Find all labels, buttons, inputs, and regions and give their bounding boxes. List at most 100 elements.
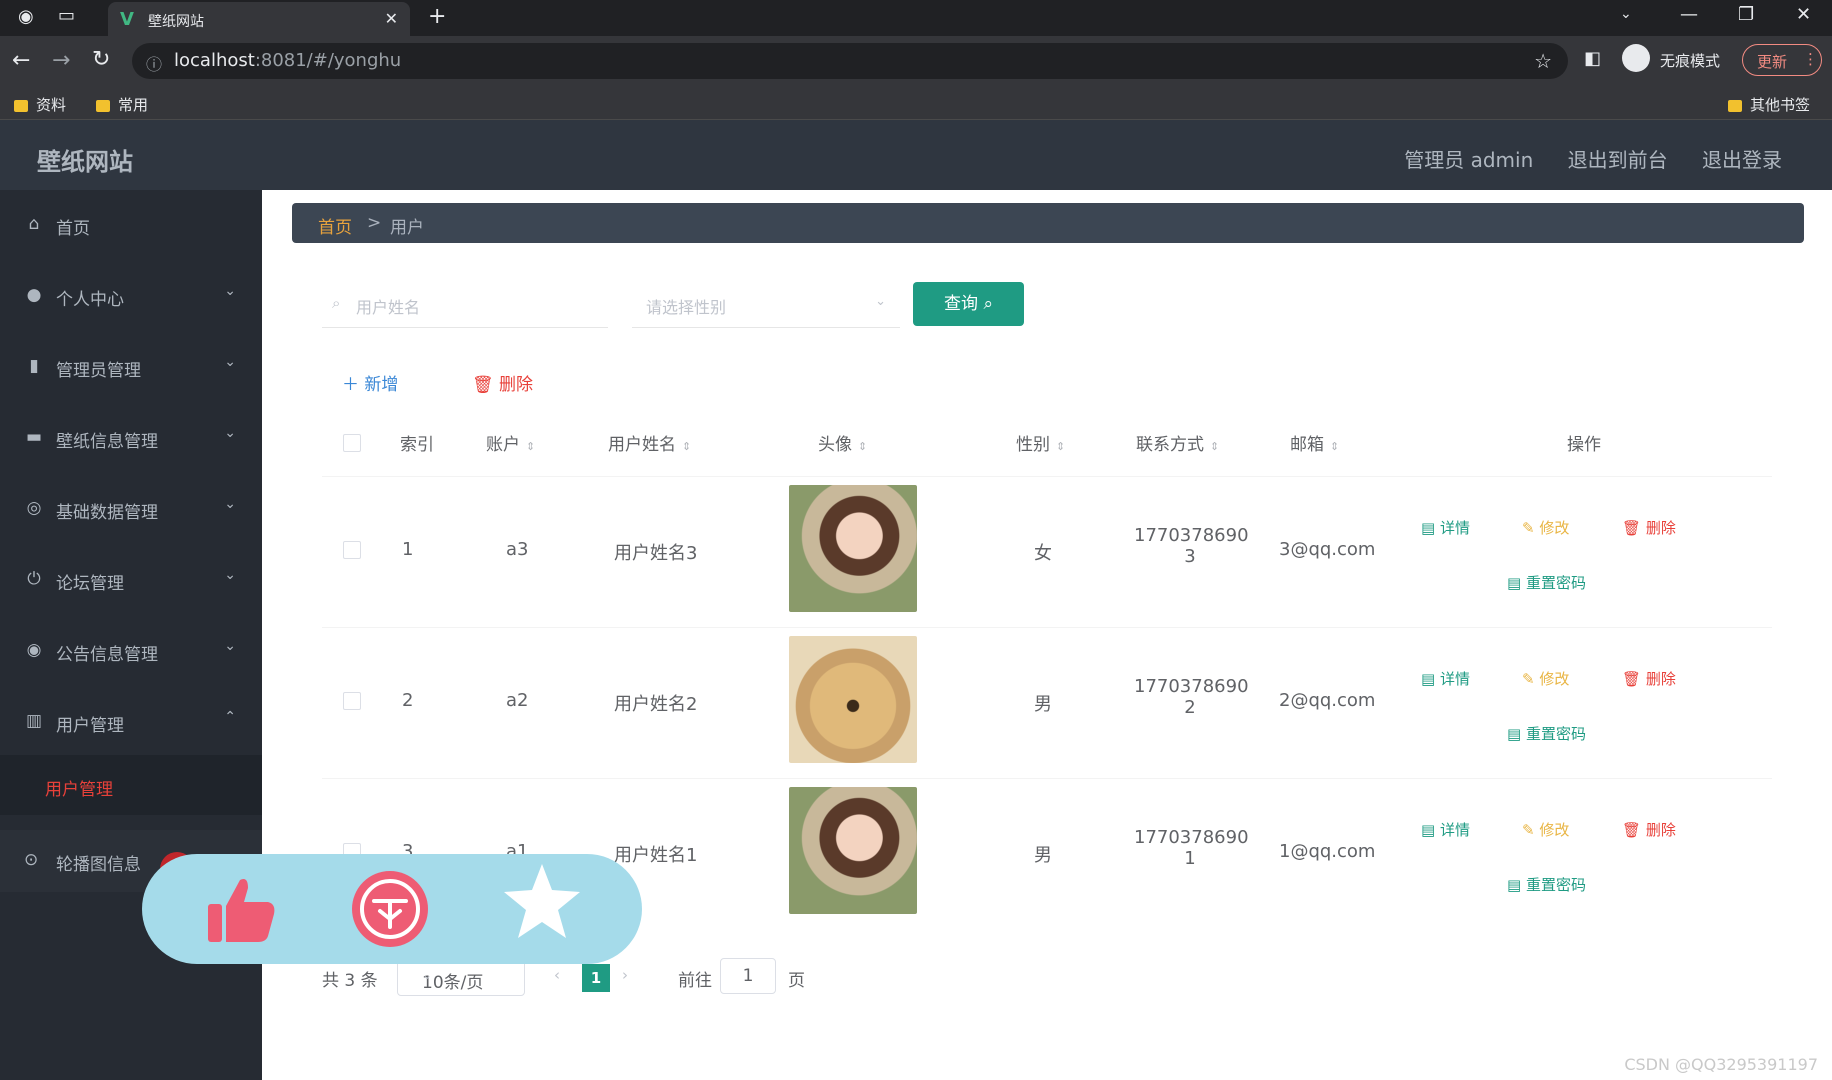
document-icon: ▤ [1507,725,1526,743]
side-panel-icon[interactable]: ◧ [1584,48,1601,69]
sidebar-item-personal[interactable]: ● 个人中心 ⌄ [0,261,262,332]
incognito-icon[interactable] [1622,44,1650,72]
restore-icon[interactable]: ❐ [1738,4,1754,25]
delete-button[interactable]: 🗑 删除 [1622,668,1676,689]
header-phone[interactable]: 联系方式 ⇕ [1136,430,1219,455]
bookmark-folder-changyong[interactable]: 常用 [96,94,148,115]
incognito-label: 无痕模式 [1660,52,1721,70]
batch-delete-button[interactable]: 🗑 删除 [472,370,533,395]
prev-page-button[interactable]: ‹ [554,966,560,984]
forward-icon[interactable]: → [52,48,70,73]
edit-button[interactable]: ✎ 修改 [1522,517,1569,538]
star-favorite-icon[interactable] [500,860,584,944]
header-label: 账户 [486,435,520,455]
site-info-icon[interactable]: ⓘ [146,51,162,75]
pagination: 共 3 条 10条/页 ⌄ ‹ 1 › 前往 1 页 [322,958,922,998]
chevron-down-icon: ⌄ [224,354,236,370]
reset-password-button[interactable]: ▤ 重置密码 [1507,723,1586,744]
sort-icon: ⇕ [858,440,868,453]
gender-select-placeholder: 请选择性别 [646,298,727,317]
coin-icon[interactable] [350,869,430,949]
edit-button[interactable]: ✎ 修改 [1522,668,1569,689]
browser-tab[interactable]: V 壁纸网站 ✕ [108,2,410,36]
sidebar-item-users[interactable]: ▥ 用户管理 ⌃ [0,687,262,758]
goto-page-input[interactable]: 1 [720,958,776,994]
detail-label: 详情 [1439,519,1470,537]
header-account[interactable]: 账户 ⇕ [486,430,535,455]
document-icon: ▤ [1507,876,1526,894]
minimize-icon[interactable]: — [1680,4,1698,25]
avatar-image [789,787,917,914]
thumbs-up-icon[interactable] [202,872,278,948]
back-icon[interactable]: ← [12,48,30,73]
tab-list-icon[interactable]: ⌄ [1620,6,1632,22]
avatar-image [789,485,917,612]
cell-email: 3@qq.com [1279,539,1376,560]
phone-line-2: 1 [1184,848,1196,869]
sidebar-item-label: 管理员管理 [56,361,141,381]
sidebar-item-wallpaper[interactable]: ▬ 壁纸信息管理 ⌄ [0,403,262,474]
sidebar-item-notice[interactable]: ◉ 公告信息管理 ⌄ [0,616,262,687]
page-unit-label: 页 [788,971,805,991]
edit-label: 修改 [1539,670,1570,688]
select-all-checkbox[interactable] [343,434,361,452]
phone-line-2: 3 [1184,546,1196,567]
bookmark-folder-ziliao[interactable]: 资料 [14,94,66,115]
delete-label: 删除 [1645,670,1676,688]
sidebar-item-forum[interactable]: ⏻ 论坛管理 ⌄ [0,545,262,616]
header-label: 联系方式 [1136,435,1204,455]
browser-tab-strip: ◉ ▭ V 壁纸网站 ✕ + ⌄ — ❐ ✕ [0,0,1832,36]
edit-button[interactable]: ✎ 修改 [1522,819,1569,840]
detail-button[interactable]: ▤ 详情 [1421,668,1470,689]
logout-link[interactable]: 退出登录 [1702,148,1782,172]
add-label: 新增 [364,375,399,395]
header-avatar[interactable]: 头像 ⇕ [818,430,867,455]
sidebar-item-admin[interactable]: ▮ 管理员管理 ⌄ [0,332,262,403]
new-tab-button[interactable]: + [428,4,446,29]
sidebar-item-basedata[interactable]: ◎ 基础数据管理 ⌄ [0,474,262,545]
next-page-button[interactable]: › [622,966,628,984]
header-name[interactable]: 用户姓名 ⇕ [608,430,691,455]
sidebar-subitem-user-management[interactable]: 用户管理 [0,755,262,815]
cell-gender: 男 [1034,845,1052,866]
other-bookmarks[interactable]: 其他书签 [1728,94,1810,115]
current-page-button[interactable]: 1 [582,964,610,992]
reset-password-button[interactable]: ▤ 重置密码 [1507,572,1586,593]
bookmark-label: 常用 [118,96,149,114]
more-menu-icon[interactable]: ⋮ [1803,50,1818,68]
reaction-bar [142,854,642,964]
edit-icon: ✎ [1522,670,1540,688]
row-checkbox[interactable] [343,541,361,559]
gender-select[interactable]: 请选择性别 ⌄ [632,282,900,328]
query-button[interactable]: 查询 ⌕ [913,282,1024,326]
row-checkbox[interactable] [343,692,361,710]
edit-label: 修改 [1539,519,1570,537]
breadcrumb-home[interactable]: 首页 [318,213,352,238]
bookmark-star-icon[interactable]: ☆ [1534,49,1552,73]
sidebar-item-home[interactable]: ⌂ 首页 [0,190,262,261]
reset-label: 重置密码 [1525,876,1586,894]
detail-button[interactable]: ▤ 详情 [1421,517,1470,538]
delete-button[interactable]: 🗑 删除 [1622,819,1676,840]
detail-label: 详情 [1439,821,1470,839]
add-button[interactable]: ＋ 新增 [342,370,398,395]
name-search-input[interactable]: ⌕ 用户姓名 [322,282,608,328]
cell-phone: 1770378690 2 [1134,676,1249,718]
sort-icon: ⇕ [526,440,536,453]
detail-button[interactable]: ▤ 详情 [1421,819,1470,840]
header-email[interactable]: 邮箱 ⇕ [1290,430,1339,455]
browser-globe-icon[interactable]: ◉ [18,6,34,27]
address-bar[interactable]: ⓘ localhost:8081/#/yonghu ☆ [132,43,1568,79]
bookmarks-bar: 资料 常用 其他书签 [0,86,1832,120]
reload-icon[interactable]: ↻ [92,47,110,72]
avatar-image [789,636,917,763]
exit-to-front-link[interactable]: 退出到前台 [1568,148,1668,172]
tab-search-icon[interactable]: ▭ [58,5,75,26]
reset-password-button[interactable]: ▤ 重置密码 [1507,874,1586,895]
header-gender[interactable]: 性别 ⇕ [1016,430,1065,455]
update-button[interactable]: 更新 ⋮ [1742,44,1822,76]
close-tab-icon[interactable]: ✕ [385,9,398,28]
delete-label: 删除 [1645,519,1676,537]
delete-button[interactable]: 🗑 删除 [1622,517,1676,538]
close-window-icon[interactable]: ✕ [1796,4,1811,25]
